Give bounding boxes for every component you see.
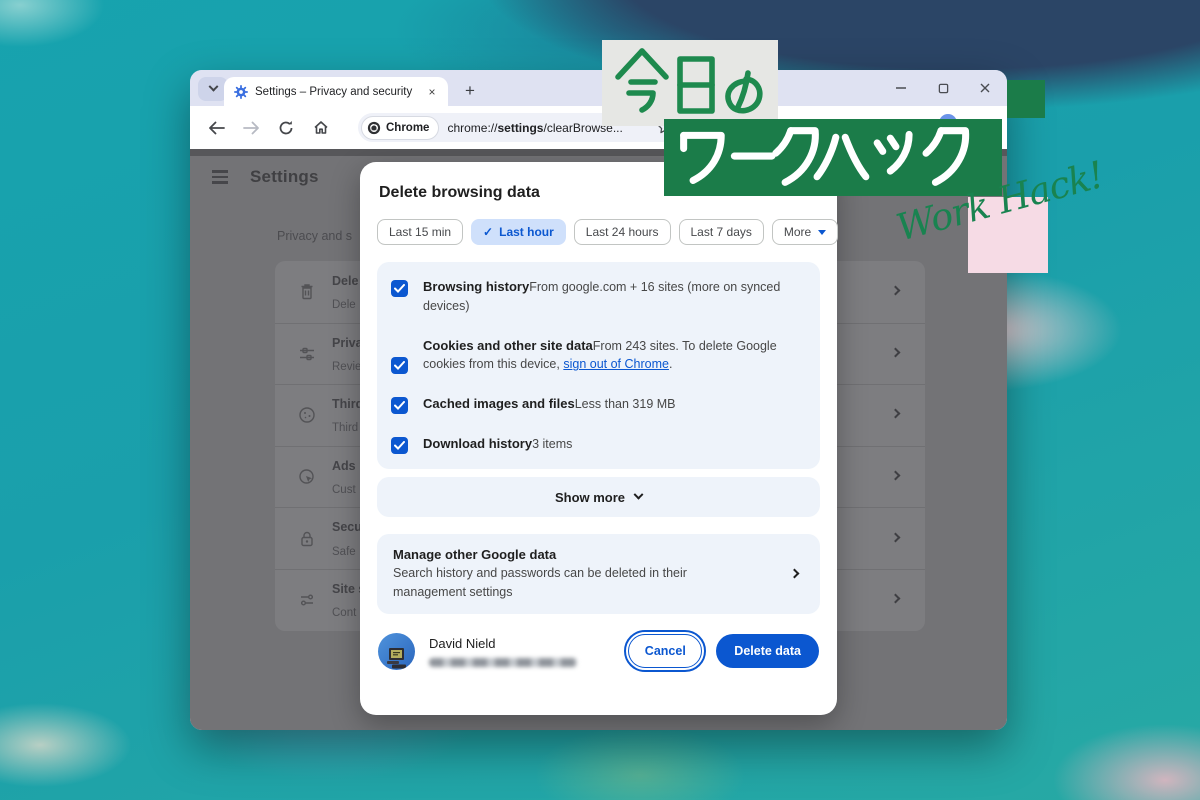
cookie-icon bbox=[297, 405, 317, 425]
checkbox-checked[interactable] bbox=[391, 437, 408, 454]
dialog-footer: David Nield Cancel Delete data bbox=[377, 633, 820, 670]
ads-privacy-icon bbox=[297, 467, 317, 487]
checkbox-checked[interactable] bbox=[391, 397, 408, 414]
chip-last-24-hours[interactable]: Last 24 hours bbox=[574, 219, 671, 245]
new-tab-button[interactable]: + bbox=[458, 79, 482, 103]
chevron-right-icon bbox=[891, 285, 901, 295]
trash-icon bbox=[297, 282, 317, 302]
minimize-button[interactable] bbox=[893, 80, 909, 96]
chevron-right-icon bbox=[891, 532, 901, 542]
retro-computer-icon bbox=[384, 646, 410, 670]
manage-other-google-data[interactable]: Manage other Google data Search history … bbox=[377, 534, 820, 614]
green-accent-square bbox=[1007, 80, 1045, 118]
data-types-list: Browsing historyFrom google.com + 16 sit… bbox=[377, 262, 820, 469]
tab-title: Settings – Privacy and security bbox=[255, 86, 417, 98]
user-name: David Nield bbox=[429, 636, 628, 651]
settings-page-title: Settings bbox=[250, 167, 319, 187]
checkbox-checked[interactable] bbox=[391, 357, 408, 374]
check-icon: ✓ bbox=[483, 225, 493, 239]
chip-more[interactable]: More bbox=[772, 219, 838, 245]
item-cookies[interactable]: Cookies and other site dataFrom 243 site… bbox=[377, 326, 820, 385]
reload-icon[interactable] bbox=[272, 114, 300, 142]
chevron-right-icon bbox=[891, 409, 901, 419]
chip-last-hour[interactable]: ✓Last hour bbox=[471, 219, 566, 245]
chevron-right-icon bbox=[891, 347, 901, 357]
chrome-chip-label: Chrome bbox=[386, 122, 429, 134]
tune-icon bbox=[297, 344, 317, 364]
dropdown-caret-icon bbox=[818, 230, 826, 235]
delete-data-button[interactable]: Delete data bbox=[716, 634, 819, 668]
section-heading: Privacy and s bbox=[277, 229, 352, 243]
sign-out-link[interactable]: sign out of Chrome bbox=[563, 357, 669, 371]
lock-icon bbox=[297, 529, 317, 549]
user-email-redacted bbox=[429, 658, 577, 667]
back-icon[interactable] bbox=[202, 114, 230, 142]
chevron-right-icon bbox=[891, 594, 901, 604]
time-range-chips: Last 15 min ✓Last hour Last 24 hours Las… bbox=[377, 219, 820, 245]
chevron-down-icon bbox=[634, 489, 644, 499]
active-tab[interactable]: Settings – Privacy and security × bbox=[224, 77, 448, 106]
chip-last-7-days[interactable]: Last 7 days bbox=[679, 219, 764, 245]
headline-box-workhack bbox=[664, 119, 1002, 196]
chevron-right-icon bbox=[891, 471, 901, 481]
headline-text-today bbox=[610, 45, 770, 121]
item-browsing-history[interactable]: Browsing historyFrom google.com + 16 sit… bbox=[377, 267, 820, 326]
close-button[interactable] bbox=[977, 80, 993, 96]
show-more-button[interactable]: Show more bbox=[377, 477, 820, 517]
chevron-down-icon bbox=[208, 81, 218, 91]
chrome-logo-icon bbox=[367, 121, 381, 135]
menu-icon[interactable] bbox=[212, 170, 228, 183]
home-icon[interactable] bbox=[307, 114, 335, 142]
chip-last-15-min[interactable]: Last 15 min bbox=[377, 219, 463, 245]
item-download-history[interactable]: Download history3 items bbox=[377, 424, 820, 464]
chevron-right-icon bbox=[790, 569, 800, 579]
chrome-site-chip[interactable]: Chrome bbox=[361, 116, 439, 140]
item-cached-images[interactable]: Cached images and filesLess than 319 MB bbox=[377, 384, 820, 424]
tab-strip: Settings – Privacy and security × + bbox=[190, 70, 1007, 106]
user-avatar bbox=[378, 633, 415, 670]
site-settings-icon bbox=[297, 590, 317, 610]
forward-icon[interactable] bbox=[237, 114, 265, 142]
cancel-button[interactable]: Cancel bbox=[628, 634, 702, 668]
settings-gear-favicon bbox=[234, 85, 248, 99]
tab-close-icon[interactable]: × bbox=[424, 84, 440, 100]
page-content-dimmed: Settings Privacy and s DeleDele PrivaRev… bbox=[190, 149, 1007, 730]
page: Settings – Privacy and security × + bbox=[0, 0, 1200, 800]
headline-box-today bbox=[602, 40, 778, 126]
window-controls bbox=[893, 70, 1007, 106]
delete-browsing-data-dialog: Delete browsing data Last 15 min ✓Last h… bbox=[360, 162, 837, 715]
checkbox-checked[interactable] bbox=[391, 280, 408, 297]
maximize-button[interactable] bbox=[935, 80, 951, 96]
headline-text-workhack bbox=[673, 126, 993, 188]
